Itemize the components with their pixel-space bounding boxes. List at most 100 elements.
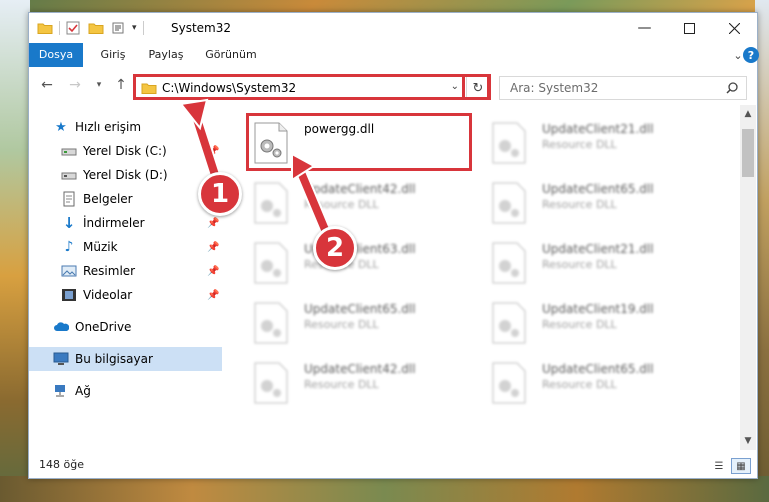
file-type: Resource DLL	[542, 318, 617, 331]
address-highlight-box	[133, 74, 490, 100]
drive-icon	[61, 172, 77, 180]
dll-file-icon	[254, 362, 288, 404]
sidebar-item-label: Belgeler	[83, 192, 133, 206]
file-type: Resource DLL	[542, 258, 617, 271]
videos-icon	[62, 289, 76, 301]
pin-icon: 📌	[207, 265, 220, 277]
sidebar-item-label: Videolar	[83, 288, 133, 302]
star-icon: ★	[55, 119, 67, 135]
file-item[interactable]: UpdateClient42.dll Resource DLL	[247, 356, 467, 412]
up-button[interactable]: ↑	[111, 77, 131, 93]
file-name: UpdateClient21.dll	[542, 242, 654, 256]
sidebar-item-label: Resimler	[83, 264, 136, 278]
download-icon: ↓	[62, 214, 76, 232]
sidebar-item-disk-c[interactable]: Yerel Disk (C:) 📌	[29, 139, 222, 163]
sidebar-item-pictures[interactable]: Resimler 📌	[29, 259, 222, 283]
properties-icon[interactable]	[66, 21, 80, 35]
separator	[59, 21, 60, 35]
file-name: UpdateClient19.dll	[542, 302, 654, 316]
sidebar-item-music[interactable]: ♪ Müzik 📌	[29, 235, 222, 259]
file-name: UpdateClient65.dll	[542, 182, 654, 196]
separator	[142, 21, 144, 35]
file-type: Resource DLL	[304, 198, 379, 211]
file-item[interactable]: UpdateClient19.dll Resource DLL	[485, 296, 705, 352]
file-item[interactable]: UpdateClient65.dll Resource DLL	[247, 296, 467, 352]
file-item[interactable]: UpdateClient42.dll Resource DLL	[247, 176, 467, 232]
scrollbar-thumb[interactable]	[742, 129, 754, 177]
sidebar-item-network[interactable]: Ağ	[29, 379, 222, 403]
pin-icon: 📌	[207, 217, 220, 229]
dll-file-icon	[492, 182, 526, 224]
search-box[interactable]: Ara: System32	[499, 76, 747, 100]
sidebar-item-downloads[interactable]: ↓ İndirmeler 📌	[29, 211, 222, 235]
file-type: Resource DLL	[304, 378, 379, 391]
scroll-down-icon[interactable]: ▼	[740, 434, 756, 448]
sidebar-item-videos[interactable]: Videolar 📌	[29, 283, 222, 307]
computer-icon	[53, 352, 69, 365]
documents-icon	[63, 191, 75, 207]
details-view-button[interactable]: ☰	[709, 458, 729, 474]
file-name: UpdateClient65.dll	[304, 302, 416, 316]
dll-file-icon	[254, 302, 288, 344]
minimize-button[interactable]: —	[622, 13, 667, 43]
vertical-scrollbar[interactable]: ▲ ▼	[740, 105, 756, 450]
help-icon: ?	[747, 48, 755, 62]
sidebar-item-label: Bu bilgisayar	[75, 352, 153, 366]
recent-locations-button[interactable]: ▾	[89, 77, 109, 93]
forward-button[interactable]: →	[65, 77, 85, 93]
file-type: Resource DLL	[542, 378, 617, 391]
maximize-button[interactable]	[667, 13, 712, 43]
tab-view[interactable]: Görünüm	[199, 43, 263, 67]
sidebar-item-documents[interactable]: Belgeler 📌	[29, 187, 222, 211]
file-name: UpdateClient42.dll	[304, 182, 416, 196]
callout-badge-2: 2	[313, 226, 357, 270]
file-item[interactable]: UpdateClient65.dll Resource DLL	[485, 356, 705, 412]
dll-file-icon	[492, 242, 526, 284]
file-item[interactable]: UpdateClient21.dll Resource DLL	[485, 236, 705, 292]
file-type: Resource DLL	[542, 138, 617, 151]
window-title: System32	[171, 21, 232, 35]
drive-icon	[61, 148, 77, 156]
back-button[interactable]: ←	[37, 77, 57, 93]
dll-file-icon	[492, 122, 526, 164]
sidebar-item-quick-access[interactable]: ★ Hızlı erişim	[29, 115, 222, 139]
customize-toolbar-icon[interactable]: ▾	[132, 23, 137, 33]
file-item[interactable]: UpdateClient63.dll Resource DLL	[247, 236, 467, 292]
tab-home[interactable]: Giriş	[91, 43, 135, 67]
dll-file-icon	[254, 182, 288, 224]
sidebar-item-onedrive[interactable]: OneDrive	[29, 315, 222, 339]
scroll-up-icon[interactable]: ▲	[740, 107, 756, 121]
pictures-icon	[61, 265, 77, 277]
sidebar-item-this-pc[interactable]: Bu bilgisayar	[29, 347, 222, 371]
close-icon	[729, 22, 740, 34]
file-name: UpdateClient21.dll	[542, 122, 654, 136]
new-folder-icon[interactable]	[88, 21, 104, 35]
tiles-view-icon: ▦	[736, 460, 746, 472]
search-input[interactable]: Ara: System32	[510, 81, 598, 95]
sidebar-item-label: İndirmeler	[83, 216, 145, 230]
close-button[interactable]	[712, 13, 757, 43]
callout-badge-1: 1	[198, 172, 242, 216]
file-item[interactable]: UpdateClient21.dll Resource DLL	[485, 116, 705, 172]
sidebar-item-label: Yerel Disk (C:)	[83, 144, 167, 158]
help-button[interactable]: ?	[743, 47, 759, 63]
tab-share[interactable]: Paylaş	[139, 43, 193, 67]
arrow-right-icon: →	[69, 77, 81, 93]
dll-file-icon	[492, 362, 526, 404]
file-item[interactable]: UpdateClient65.dll Resource DLL	[485, 176, 705, 232]
details-view-icon: ☰	[714, 460, 724, 472]
file-name: UpdateClient65.dll	[542, 362, 654, 376]
dll-file-icon	[492, 302, 526, 344]
file-type: Resource DLL	[304, 318, 379, 331]
arrow-left-icon: ←	[41, 77, 53, 93]
network-icon	[55, 385, 65, 397]
rename-icon[interactable]	[112, 21, 128, 35]
folder-icon	[37, 23, 53, 34]
arrow-up-icon: ↑	[115, 77, 127, 93]
sidebar-item-label: Hızlı erişim	[75, 120, 142, 134]
status-bar: 148 öğe ☰ ▦	[29, 453, 757, 477]
sidebar-item-label: Ağ	[75, 384, 91, 398]
chevron-down-icon: ⌄	[733, 48, 743, 62]
large-icons-view-button[interactable]: ▦	[731, 458, 751, 474]
sidebar-item-disk-d[interactable]: Yerel Disk (D:)	[29, 163, 222, 187]
